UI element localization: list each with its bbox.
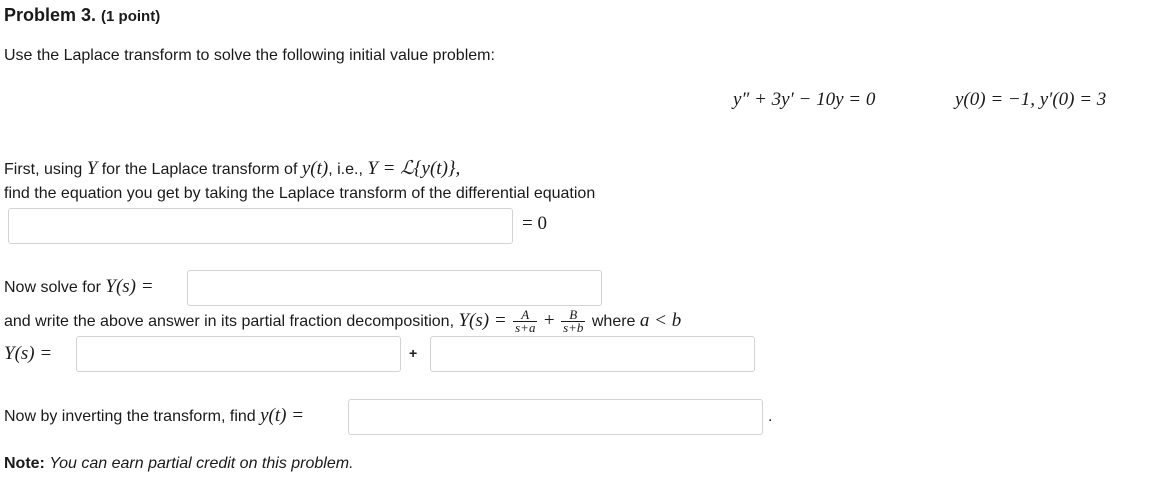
problem-intro: Use the Laplace transform to solve the f… bbox=[4, 47, 495, 64]
step3-text: and write the above answer in its partia… bbox=[4, 313, 455, 330]
step1-mid: for the Laplace transform of bbox=[101, 161, 298, 178]
plus-sign: + bbox=[409, 345, 418, 361]
ode-equation: y″ + 3y′ − 10y = 0 bbox=[733, 89, 876, 110]
note-label: Note: bbox=[4, 455, 45, 472]
partial-fraction-term2-input[interactable] bbox=[430, 336, 755, 372]
step1-line1: First, using Y for the Laplace transform… bbox=[4, 157, 460, 180]
problem-title: Problem 3. (1 point) bbox=[4, 5, 160, 26]
step3-where: where bbox=[591, 313, 636, 330]
step4-math: y(t) = bbox=[260, 405, 305, 426]
fraction-B: B s+b bbox=[561, 308, 586, 336]
step1-prefix: First, using bbox=[4, 161, 83, 178]
fraction-A-denominator: s+a bbox=[515, 320, 536, 336]
problem-number: Problem 3. bbox=[4, 5, 97, 25]
step4-period: . bbox=[768, 408, 773, 425]
initial-conditions: y(0) = −1, y′(0) = 3 bbox=[955, 89, 1107, 110]
fraction-plus: + bbox=[543, 310, 555, 331]
laplace-equation-input[interactable] bbox=[8, 208, 513, 244]
step1-Y: Y bbox=[86, 158, 98, 179]
Ys-solution-input[interactable] bbox=[187, 270, 602, 306]
note-text: You can earn partial credit on this prob… bbox=[49, 455, 354, 472]
step1-ie: , i.e., bbox=[328, 161, 363, 178]
step1-line2: find the equation you get by taking the … bbox=[4, 185, 596, 202]
equals-zero-label: = 0 bbox=[522, 213, 547, 234]
note: Note: You can earn partial credit on thi… bbox=[4, 455, 354, 473]
step3-lhs: Y(s) = bbox=[458, 310, 507, 331]
step3-condition: a < b bbox=[639, 310, 682, 331]
step1-yt: y(t) bbox=[301, 158, 329, 179]
step2-text: Now solve for bbox=[4, 279, 101, 296]
step2-math: Y(s) = bbox=[105, 276, 154, 297]
Ys-label: Y(s) = bbox=[4, 343, 53, 364]
step4-label: Now by inverting the transform, find y(t… bbox=[4, 405, 304, 427]
step1-def: Y = ℒ{y(t)}, bbox=[367, 158, 461, 179]
fraction-A: A s+a bbox=[513, 308, 538, 336]
partial-fraction-term1-input[interactable] bbox=[76, 336, 401, 372]
problem-points: (1 point) bbox=[101, 8, 161, 25]
fraction-B-denominator: s+b bbox=[563, 320, 584, 336]
yt-solution-input[interactable] bbox=[348, 399, 763, 435]
step3-line: and write the above answer in its partia… bbox=[4, 308, 682, 336]
step4-text: Now by inverting the transform, find bbox=[4, 408, 256, 425]
step2-label: Now solve for Y(s) = bbox=[4, 276, 154, 298]
